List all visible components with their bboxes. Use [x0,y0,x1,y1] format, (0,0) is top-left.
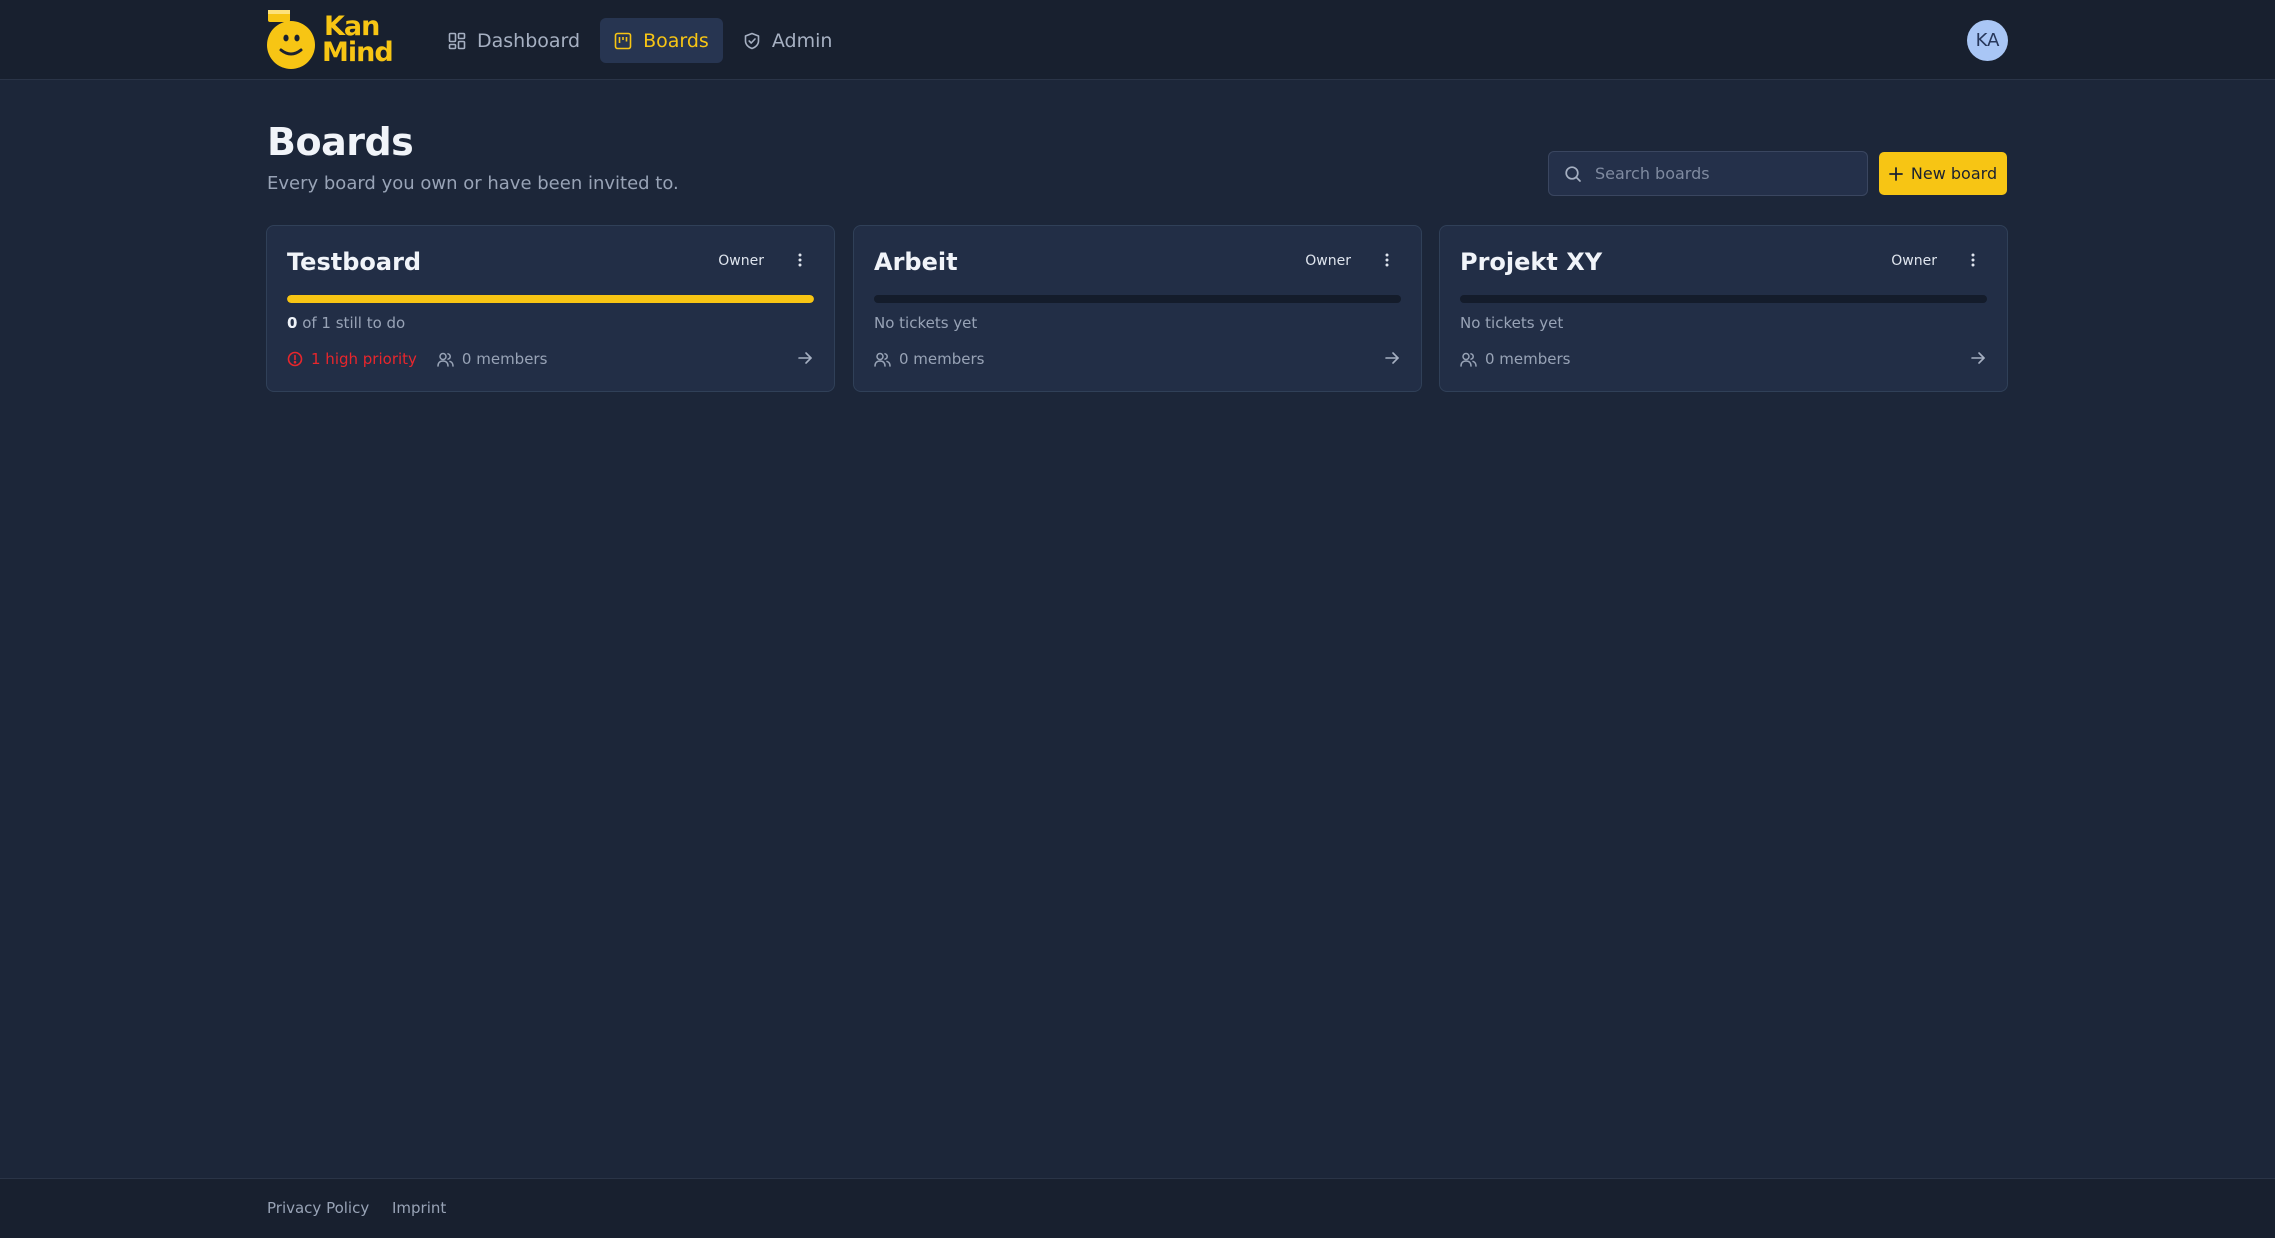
board-card-arbeit[interactable]: Arbeit Owner No tickets yet 0 members [853,225,1422,392]
ticket-status: No tickets yet [874,314,978,332]
main-nav: Dashboard Boards Admin [434,18,846,63]
new-board-label: New board [1910,164,1998,183]
ticket-status: No tickets yet [1460,314,1564,332]
new-board-button[interactable]: New board [1879,152,2007,195]
users-icon [1460,352,1477,367]
imprint-link[interactable]: Imprint [392,1199,446,1217]
arrow-right-icon [798,352,812,364]
smiley-mascot-icon [267,10,315,69]
users-icon [874,352,891,367]
progress-bar [874,295,1401,303]
progress-bar [287,295,814,303]
board-card-footer: 0 members [874,350,985,368]
more-vertical-icon [798,253,802,267]
board-card-footer: 0 members [1460,350,1571,368]
more-vertical-icon [1971,253,1975,267]
users-icon [437,352,454,367]
role-badge: Owner [1891,253,1937,269]
ticket-status-text: of 1 still to do [297,314,406,332]
alert-circle-icon [287,351,303,367]
priority-text: 1 high priority [311,350,417,368]
arrow-right-icon [1385,352,1399,364]
nav-label-dashboard: Dashboard [477,29,581,52]
open-board-arrow[interactable] [797,350,813,370]
nav-label-admin: Admin [771,29,833,52]
members-text: 0 members [461,350,548,368]
dashboard-icon [448,32,466,49]
board-menu-button[interactable] [1379,249,1395,271]
members-text: 0 members [899,350,985,368]
logo-wordmark: Kan Mind [322,13,394,68]
open-board-arrow[interactable] [1970,350,1986,370]
progress-bar [1460,295,1987,303]
board-icon [614,32,632,49]
search-input[interactable] [1593,163,1857,184]
kanmind-logo[interactable]: Kan Mind [266,8,400,72]
plus-icon [1889,166,1903,181]
top-navbar: Kan Mind Dashboard Boards Admin KA [0,0,2275,80]
search-box[interactable] [1548,151,1868,196]
board-menu-button[interactable] [792,249,808,271]
open-board-arrow[interactable] [1384,350,1400,370]
privacy-policy-link[interactable]: Privacy Policy [267,1199,369,1217]
board-title: Arbeit [874,248,958,276]
arrow-right-icon [1971,352,1985,364]
members-count: 0 members [1460,350,1571,368]
priority-indicator: 1 high priority [287,350,417,368]
board-card-projekt-xy[interactable]: Projekt XY Owner No tickets yet 0 member… [1439,225,2008,392]
page-footer: Privacy Policy Imprint [0,1178,2275,1238]
members-count: 0 members [874,350,985,368]
members-text: 0 members [1485,350,1571,368]
role-badge: Owner [1305,253,1351,269]
logo-word-mind: Mind [322,37,394,68]
members-count: 0 members [437,350,548,368]
page-subtitle: Every board you own or have been invited… [267,173,679,194]
open-ticket-count: 0 [287,314,298,332]
search-icon [1565,165,1581,182]
progress-fill [287,295,814,303]
nav-item-dashboard[interactable]: Dashboard [434,18,594,63]
shield-icon [744,32,760,49]
board-card-testboard[interactable]: Testboard Owner 0 of 1 still to do 1 hig… [266,225,835,392]
board-title: Testboard [287,248,422,276]
user-avatar[interactable]: KA [1967,20,2008,61]
page-title: Boards [267,120,414,164]
board-card-footer: 1 high priority 0 members [287,350,547,368]
role-badge: Owner [718,253,764,269]
board-title: Projekt XY [1460,248,1603,276]
ticket-status: 0 of 1 still to do [287,314,405,332]
nav-label-boards: Boards [643,29,709,52]
more-vertical-icon [1385,253,1389,267]
nav-item-admin[interactable]: Admin [729,18,847,63]
board-menu-button[interactable] [1965,249,1981,271]
nav-item-boards[interactable]: Boards [600,18,723,63]
